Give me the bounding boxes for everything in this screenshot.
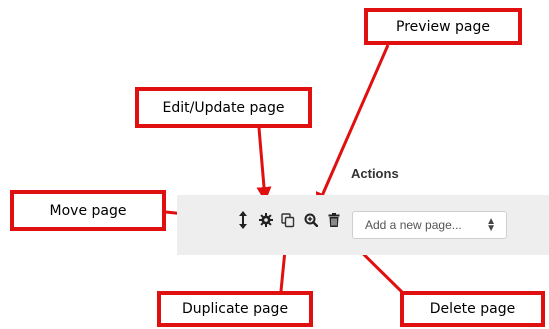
arrow-edit (256, 127, 272, 202)
callout-delete-label: Delete page (429, 301, 516, 317)
callout-duplicate-label: Duplicate page (181, 301, 289, 317)
annotation-arrows (165, 44, 406, 296)
trash-icon[interactable] (325, 209, 343, 231)
callout-delete-page: Delete page (400, 291, 545, 327)
arrow-preview (315, 44, 390, 208)
gear-icon[interactable] (257, 209, 275, 231)
callout-preview-label: Preview page (396, 18, 490, 35)
callout-edit-label: Edit/Update page (162, 99, 285, 116)
actions-heading: Actions (351, 166, 399, 181)
callout-move-page: Move page (10, 190, 166, 231)
add-page-select-value: Add a new page... (365, 218, 462, 232)
callout-move-label: Move page (49, 202, 127, 219)
select-updown-icon: ▲ ▼ (486, 216, 496, 234)
callout-edit-page: Edit/Update page (135, 87, 312, 128)
callout-preview-page: Preview page (364, 8, 522, 45)
move-icon[interactable] (234, 209, 252, 231)
zoom-in-icon[interactable] (302, 209, 320, 231)
callout-duplicate-page: Duplicate page (157, 291, 313, 327)
add-page-select[interactable]: Add a new page... ▲ ▼ (352, 211, 507, 239)
duplicate-icon[interactable] (279, 209, 297, 231)
